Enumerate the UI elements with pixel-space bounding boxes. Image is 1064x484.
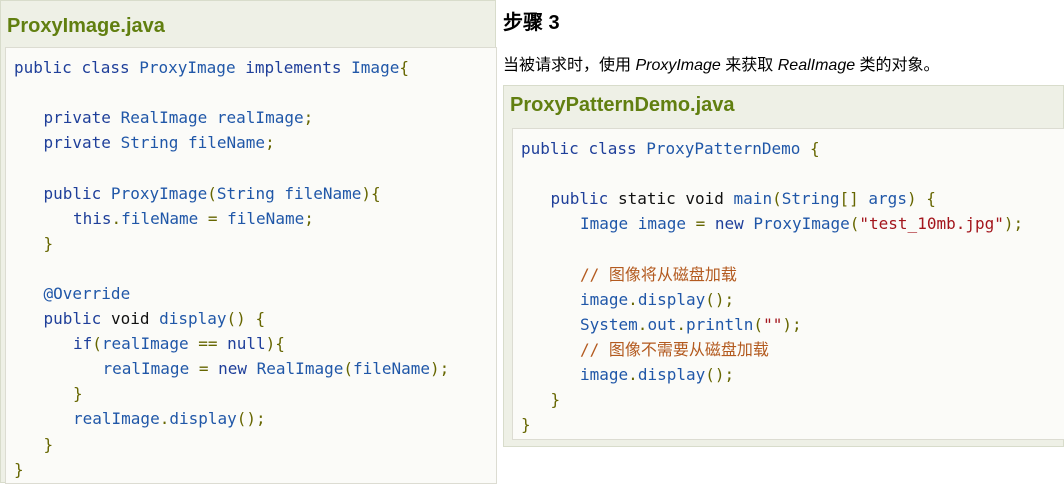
code-line: } (14, 459, 24, 479)
code-line: } (521, 415, 531, 435)
code-line: } (43, 434, 54, 454)
right-code-panel: ProxyPatternDemo.java public class Proxy… (503, 85, 1064, 447)
code-line: Image image = new ProxyImage("test_10mb.… (580, 214, 1024, 234)
left-code-block: public class ProxyImage implements Image… (5, 47, 497, 484)
left-code-panel: ProxyImage.java public class ProxyImage … (0, 0, 497, 484)
code-line: this.fileName = fileName; (73, 208, 314, 228)
code-line: public void display() { (43, 309, 266, 328)
code-line: realImage = new RealImage(fileName); (102, 359, 450, 379)
code-line: System.out.println(""); (580, 314, 802, 334)
code-line: public static void main(String[] args) { (550, 189, 936, 209)
code-line: @Override (43, 283, 131, 303)
code-line: if(realImage == null){ (73, 334, 285, 354)
code-line: public ProxyImage(String fileName){ (43, 183, 381, 203)
code-line: image.display(); (580, 364, 735, 384)
code-line: // 图像将从磁盘加载 (580, 264, 737, 284)
right-code-block: public class ProxyPatternDemo { public st… (512, 128, 1064, 440)
left-file-title: ProxyImage.java (7, 15, 165, 37)
code-line: realImage.display(); (73, 409, 266, 429)
step-title: 步骤 3 (503, 12, 560, 34)
code-line: } (550, 390, 561, 409)
step-description: 当被请求时，使用 ProxyImage 来获取 RealImage 类的对象。 (503, 57, 940, 74)
code-line: public class ProxyImage implements Image… (14, 58, 409, 77)
code-line: } (43, 233, 54, 253)
code-line: } (73, 384, 83, 404)
right-file-title: ProxyPatternDemo.java (510, 94, 735, 116)
code-line: // 图像不需要从磁盘加载 (580, 339, 769, 359)
code-line: private RealImage realImage; (43, 108, 314, 128)
code-line: public class ProxyPatternDemo { (521, 139, 820, 158)
code-line: image.display(); (580, 289, 735, 309)
code-line: private String fileName; (43, 133, 275, 153)
